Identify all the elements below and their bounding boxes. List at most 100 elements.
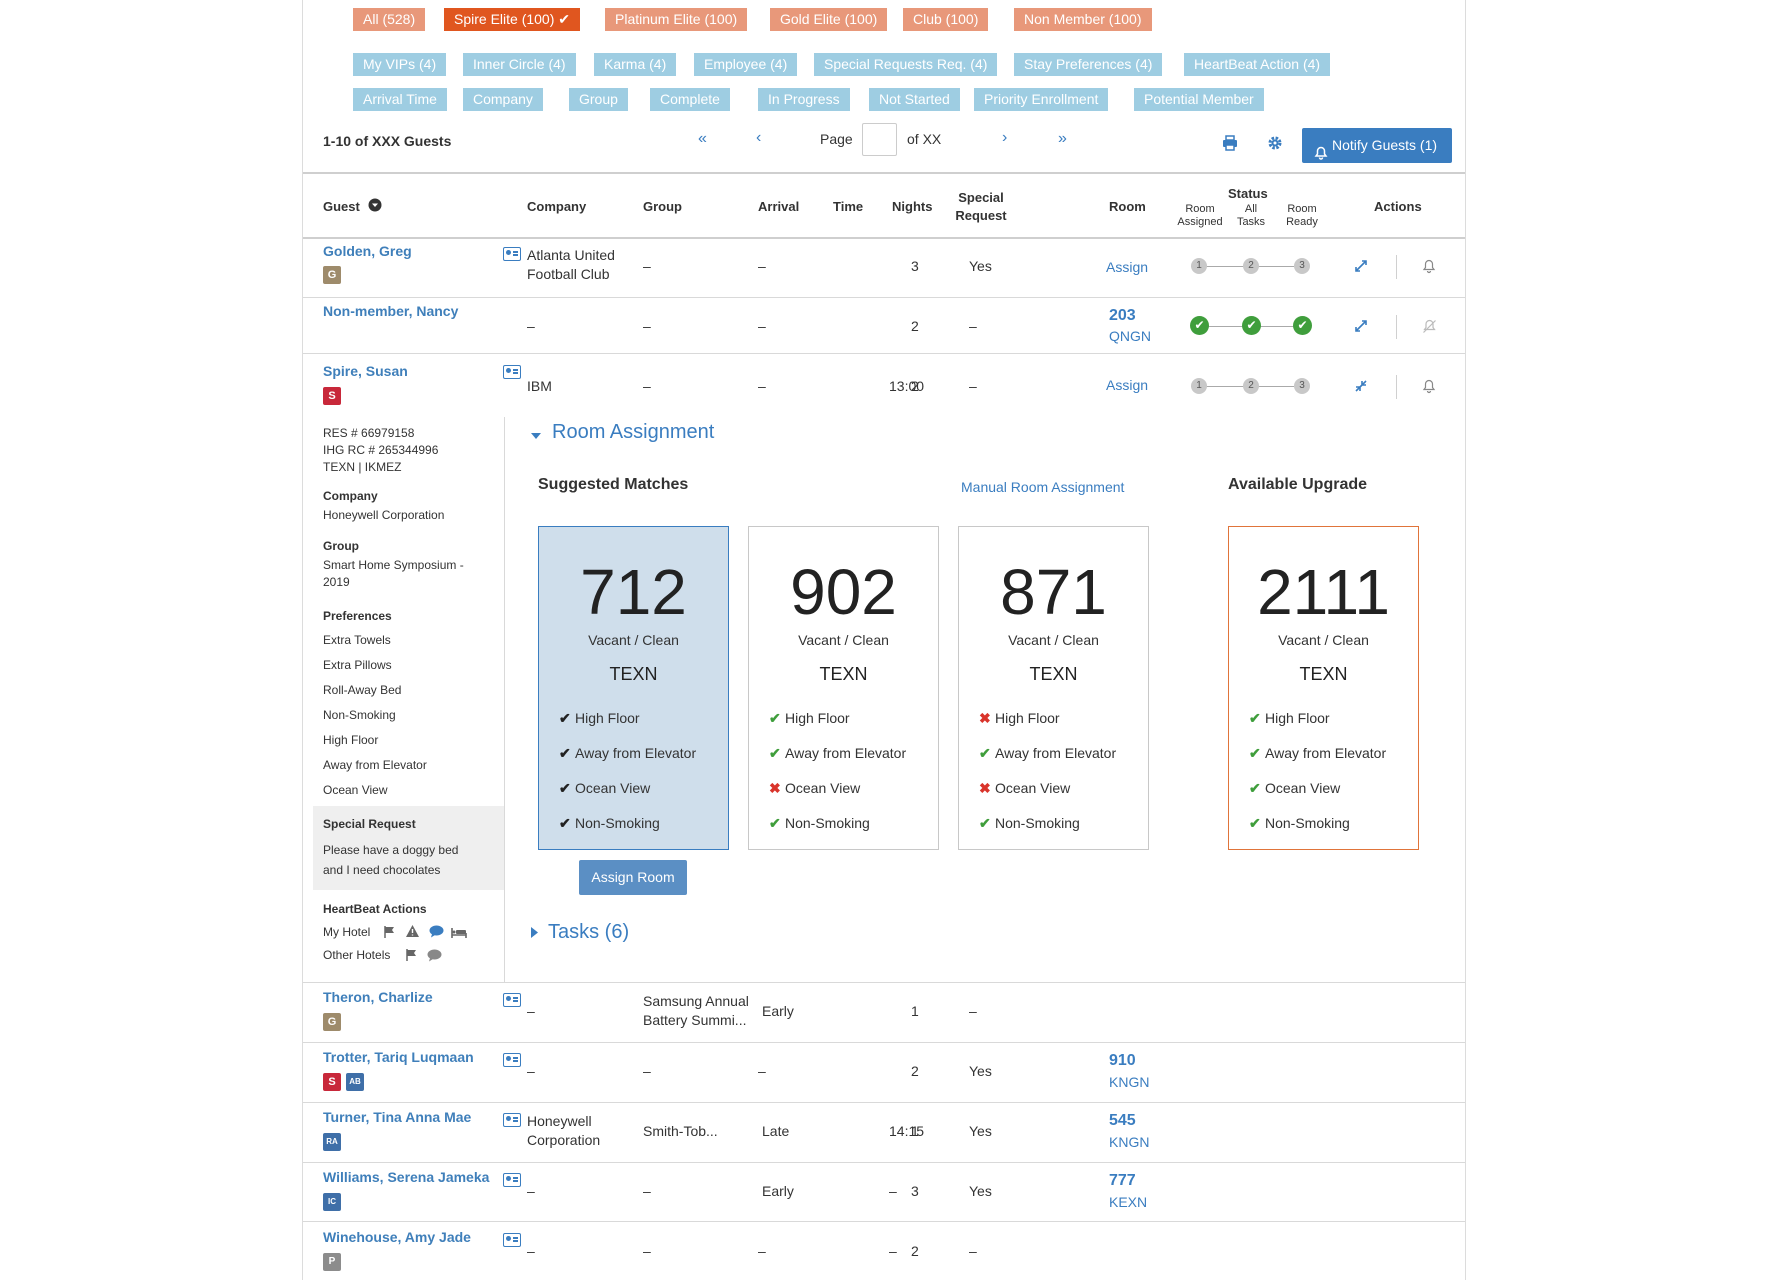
nights-cell: 1 (911, 1003, 919, 1019)
guest-name-theron[interactable]: Theron, Charlize (323, 989, 433, 1005)
special-request-cell: Yes (969, 1183, 992, 1199)
status-step-room-ready-done: ✔ (1293, 316, 1312, 335)
company-line1: Atlanta United (527, 247, 615, 263)
page-total-label: of XX (907, 131, 942, 147)
bell-icon[interactable] (1422, 259, 1436, 279)
profile-card-icon[interactable] (503, 1113, 521, 1127)
col-time[interactable]: Time (833, 199, 863, 214)
special-request-cell: – (969, 1003, 977, 1019)
manual-room-assignment-link[interactable]: Manual Room Assignment (961, 479, 1124, 495)
warning-icon[interactable] (405, 924, 420, 943)
room-number-link[interactable]: 203 (1109, 307, 1136, 325)
guest-name-turner[interactable]: Turner, Tina Anna Mae (323, 1109, 471, 1125)
filter-my-vips[interactable]: My VIPs (4) (353, 53, 447, 76)
filter-club[interactable]: Club (100) (903, 8, 989, 31)
col-status: Status (1228, 186, 1268, 201)
filter-spire-elite[interactable]: Spire Elite (100) ✔ (444, 8, 580, 31)
special-request-text: Please have a doggy bed and I need chocol… (323, 840, 458, 880)
time-cell: – (889, 1243, 897, 1259)
collapse-icon[interactable] (1354, 379, 1368, 398)
cross-icon: ✖ (769, 780, 781, 796)
room-card-status: Vacant / Clean (1278, 632, 1369, 648)
filter-inner-circle[interactable]: Inner Circle (4) (463, 53, 576, 76)
chat-bubble-icon[interactable] (427, 949, 442, 967)
bell-icon[interactable] (1422, 379, 1436, 399)
assign-room-link[interactable]: Assign (1106, 258, 1148, 277)
last-page-button[interactable]: » (1058, 130, 1067, 148)
filter-arrival-time[interactable]: Arrival Time (353, 88, 447, 111)
filter-special-requests[interactable]: Special Requests Req. (4) (814, 53, 998, 76)
tasks-toggle[interactable]: Tasks (6) (548, 921, 629, 944)
notify-guests-button[interactable]: Notify Guests (1) (1302, 128, 1452, 163)
guest-name-non-member[interactable]: Non-member, Nancy (323, 303, 458, 319)
print-icon[interactable] (1222, 135, 1238, 156)
profile-card-icon[interactable] (503, 1053, 521, 1067)
assign-room-link[interactable]: Assign (1106, 376, 1148, 395)
filter-complete[interactable]: Complete (650, 88, 730, 111)
room-card-871[interactable]: 871 Vacant / Clean TEXN ✖ High Floor ✔ Awa… (958, 526, 1149, 850)
check-icon: ✔ (559, 815, 571, 831)
col-nights[interactable]: Nights (892, 199, 932, 214)
room-type-code: KEXN (1109, 1194, 1148, 1210)
detail-group-label: Group (323, 539, 359, 553)
filter-company[interactable]: Company (463, 88, 543, 111)
guest-name-trotter[interactable]: Trotter, Tariq Luqmaan (323, 1049, 474, 1065)
guest-name-williams[interactable]: Williams, Serena Jameka (323, 1169, 489, 1185)
filter-karma[interactable]: Karma (4) (594, 53, 677, 76)
room-number-link[interactable]: 777 (1109, 1172, 1136, 1190)
chevron-right-icon[interactable] (530, 926, 539, 944)
filter-in-progress[interactable]: In Progress (758, 88, 850, 111)
filter-stay-preferences[interactable]: Stay Preferences (4) (1014, 53, 1163, 76)
room-assignment-title[interactable]: Room Assignment (552, 421, 714, 444)
cross-icon: ✖ (979, 710, 991, 726)
guest-name-winehouse[interactable]: Winehouse, Amy Jade (323, 1229, 471, 1245)
room-card-2111[interactable]: 2111 Vacant / Clean TEXN ✔ High Floor ✔ Aw… (1228, 526, 1419, 850)
next-page-button[interactable]: › (1002, 129, 1007, 147)
check-icon: ✔ (979, 745, 991, 761)
room-number-link[interactable]: 910 (1109, 1052, 1136, 1070)
cross-icon: ✖ (979, 780, 991, 796)
assign-room-button[interactable]: Assign Room (579, 860, 687, 895)
filter-gold-elite[interactable]: Gold Elite (100) (770, 8, 888, 31)
filter-potential-member[interactable]: Potential Member (1134, 88, 1264, 111)
profile-card-icon[interactable] (503, 993, 521, 1007)
flag-icon[interactable] (383, 925, 397, 944)
room-card-712[interactable]: 712 Vacant / Clean TEXN ✔ High Floor ✔ Awa… (538, 526, 729, 850)
col-room[interactable]: Room (1109, 199, 1146, 214)
profile-card-icon[interactable] (503, 1173, 521, 1187)
profile-card-icon[interactable] (503, 365, 521, 379)
col-company[interactable]: Company (527, 199, 586, 214)
filter-employee[interactable]: Employee (4) (694, 53, 798, 76)
company-cell: IBM (527, 378, 552, 394)
filter-heartbeat-action[interactable]: HeartBeat Action (4) (1184, 53, 1331, 76)
filter-platinum-elite[interactable]: Platinum Elite (100) (605, 8, 748, 31)
guest-name-golden[interactable]: Golden, Greg (323, 243, 412, 259)
expand-icon[interactable] (1354, 319, 1368, 338)
sort-down-icon[interactable] (368, 198, 382, 217)
chat-bubble-icon[interactable] (429, 925, 444, 943)
chevron-down-icon[interactable] (530, 428, 542, 446)
profile-card-icon[interactable] (503, 1233, 521, 1247)
filter-priority-enrollment[interactable]: Priority Enrollment (974, 88, 1109, 111)
room-card-status: Vacant / Clean (798, 632, 889, 648)
guest-name-spire[interactable]: Spire, Susan (323, 363, 408, 379)
filter-group[interactable]: Group (569, 88, 628, 111)
room-card-902[interactable]: 902 Vacant / Clean TEXN ✔ High Floor ✔ Awa… (748, 526, 939, 850)
room-number-link[interactable]: 545 (1109, 1112, 1136, 1130)
col-group[interactable]: Group (643, 199, 682, 214)
room-card-number: 871 (1000, 556, 1107, 628)
col-special-request[interactable]: Special Request (951, 189, 1011, 225)
profile-card-icon[interactable] (503, 247, 521, 261)
expand-icon[interactable] (1354, 259, 1368, 278)
gear-icon[interactable] (1267, 135, 1283, 156)
prev-page-button[interactable]: ‹ (756, 129, 761, 147)
col-arrival[interactable]: Arrival (758, 199, 799, 214)
filter-non-member[interactable]: Non Member (100) (1014, 8, 1152, 31)
page-number-input[interactable] (862, 123, 897, 156)
filter-not-started[interactable]: Not Started (869, 88, 960, 111)
col-guest[interactable]: Guest (323, 199, 360, 214)
bed-icon[interactable] (451, 926, 467, 944)
flag-icon[interactable] (405, 948, 419, 967)
filter-all[interactable]: All (528) (353, 8, 426, 31)
first-page-button[interactable]: « (698, 130, 707, 148)
